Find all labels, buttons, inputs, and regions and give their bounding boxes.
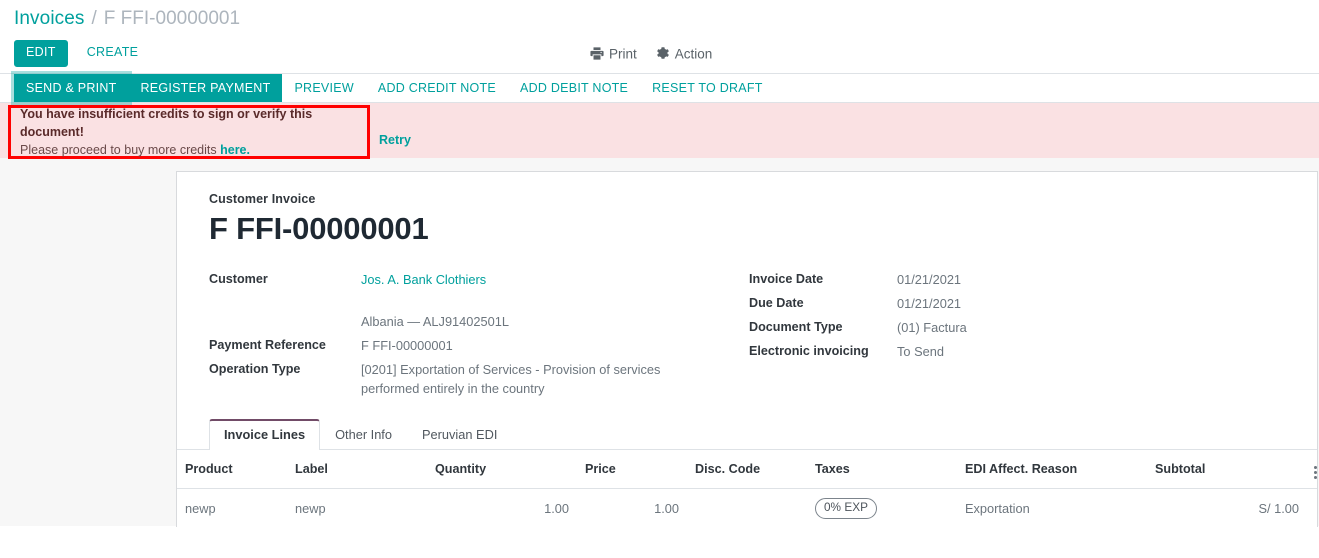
sheet-background: Customer Invoice F FFI-00000001 Customer… — [0, 158, 1319, 527]
field-label: Payment Reference — [209, 337, 326, 352]
register-payment-button[interactable]: REGISTER PAYMENT — [128, 74, 283, 102]
field-electronic-invoicing: Electronic invoicing To Send — [749, 341, 1149, 364]
retry-link[interactable]: Retry — [379, 133, 411, 147]
print-label: Print — [609, 46, 637, 61]
add-credit-note-button[interactable]: ADD CREDIT NOTE — [366, 74, 508, 102]
cell-product: newp — [177, 488, 287, 527]
tab-peruvian-edi[interactable]: Peruvian EDI — [407, 420, 512, 451]
cell-price: 1.00 — [577, 488, 687, 527]
breadcrumb-current: F FFI-00000001 — [103, 8, 241, 29]
table-row[interactable]: newp newp 1.00 1.00 0% EXP Exportation S… — [177, 488, 1317, 527]
field-label: Invoice Date — [749, 271, 824, 286]
field-due-date: Due Date 01/21/2021 — [749, 293, 1149, 316]
field-label: Electronic invoicing — [749, 343, 869, 358]
gear-icon — [656, 47, 670, 61]
print-button[interactable]: Print — [590, 46, 637, 61]
column-header-disc-code[interactable]: Disc. Code — [687, 450, 807, 490]
field-payment-reference: Payment Reference F FFI-00000001 — [209, 335, 749, 358]
customer-address-value: Albania — ALJ91402501L — [361, 313, 509, 329]
alert-body: Please proceed to buy more credits here. — [20, 141, 367, 159]
edit-button[interactable]: EDIT — [14, 40, 68, 67]
field-label: Operation Type — [209, 361, 301, 376]
add-debit-note-button[interactable]: ADD DEBIT NOTE — [508, 74, 640, 102]
table-header-row: Product Label Quantity Price Disc. Code … — [177, 450, 1317, 490]
cell-subtotal: S/ 1.00 — [1147, 488, 1307, 527]
action-label: Action — [674, 46, 713, 61]
printer-icon — [590, 47, 604, 61]
breadcrumb: Invoices / F FFI-00000001 — [0, 0, 1319, 34]
column-header-price[interactable]: Price — [577, 450, 687, 490]
kebab-menu-icon[interactable] — [1313, 466, 1317, 480]
alert-title: You have insufficient credits to sign or… — [20, 106, 313, 139]
electronic-invoicing-value: To Send — [897, 343, 944, 359]
alert-highlight-box: You have insufficient credits to sign or… — [8, 105, 370, 159]
column-header-quantity[interactable]: Quantity — [427, 450, 577, 490]
field-label — [209, 311, 361, 312]
field-customer: Customer Jos. A. Bank Clothiers — [209, 269, 749, 292]
field-label: Customer — [209, 271, 268, 286]
control-panel: EDIT CREATE Print Action — [0, 34, 1319, 74]
invoice-right-fields: Invoice Date 01/21/2021 Due Date 01/21/2… — [749, 269, 1149, 401]
notebook-tabs: Invoice Lines Other Info Peruvian EDI — [177, 418, 1317, 451]
buy-credits-link[interactable]: here. — [220, 143, 250, 157]
cell-row-actions — [1307, 488, 1317, 527]
column-header-label[interactable]: Label — [287, 450, 427, 490]
tab-other-info[interactable]: Other Info — [320, 420, 407, 451]
field-spacer — [209, 293, 749, 311]
create-button[interactable]: CREATE — [75, 40, 151, 67]
tab-invoice-lines[interactable]: Invoice Lines — [209, 418, 321, 451]
breadcrumb-root-link[interactable]: Invoices — [14, 8, 85, 30]
payment-reference-value: F FFI-00000001 — [361, 337, 453, 353]
column-header-subtotal[interactable]: Subtotal — [1147, 450, 1307, 490]
column-header-taxes[interactable]: Taxes — [807, 450, 957, 490]
page-title: F FFI-00000001 — [209, 211, 429, 246]
field-operation-type: Operation Type [0201] Exportation of Ser… — [209, 359, 749, 400]
customer-link[interactable]: Jos. A. Bank Clothiers — [361, 269, 486, 290]
field-label: Document Type — [749, 319, 843, 334]
column-header-edi-affect-reason[interactable]: EDI Affect. Reason — [957, 450, 1147, 490]
operation-type-value: [0201] Exportation of Services - Provisi… — [361, 361, 661, 397]
field-invoice-date: Invoice Date 01/21/2021 — [749, 269, 1149, 292]
invoice-lines-table: Product Label Quantity Price Disc. Code … — [177, 450, 1317, 527]
control-panel-actions: Print Action — [590, 46, 712, 61]
cell-edi-affect-reason: Exportation — [957, 488, 1147, 527]
send-and-print-button[interactable]: SEND & PRINT — [14, 74, 129, 102]
reset-to-draft-button[interactable]: RESET TO DRAFT — [640, 74, 774, 102]
tax-badge: 0% EXP — [815, 498, 877, 520]
statusbar-buttons: SEND & PRINT REGISTER PAYMENT PREVIEW AD… — [0, 74, 1319, 103]
invoice-field-grid: Customer Jos. A. Bank Clothiers Albania … — [209, 269, 1285, 401]
field-document-type: Document Type (01) Factura — [749, 317, 1149, 340]
document-type-value: (01) Factura — [897, 319, 967, 335]
breadcrumb-separator: / — [91, 8, 97, 29]
due-date-value: 01/21/2021 — [897, 295, 962, 311]
action-button[interactable]: Action — [656, 46, 713, 61]
column-header-product[interactable]: Product — [177, 450, 287, 490]
preview-button[interactable]: PREVIEW — [282, 74, 365, 102]
alert-body-text: Please proceed to buy more credits — [20, 143, 221, 158]
cell-label: newp — [287, 488, 427, 527]
cell-quantity: 1.00 — [427, 488, 577, 527]
invoice-type-label: Customer Invoice — [209, 192, 316, 206]
field-label: Due Date — [749, 295, 804, 310]
invoice-date-value: 01/21/2021 — [897, 271, 962, 287]
insufficient-credits-alert: You have insufficient credits to sign or… — [0, 103, 1319, 159]
cell-taxes: 0% EXP — [807, 488, 957, 527]
invoice-sheet: Customer Invoice F FFI-00000001 Customer… — [176, 171, 1318, 527]
field-customer-address: Albania — ALJ91402501L — [209, 311, 749, 334]
cell-disc-code — [687, 488, 807, 527]
invoice-left-fields: Customer Jos. A. Bank Clothiers Albania … — [209, 269, 749, 401]
